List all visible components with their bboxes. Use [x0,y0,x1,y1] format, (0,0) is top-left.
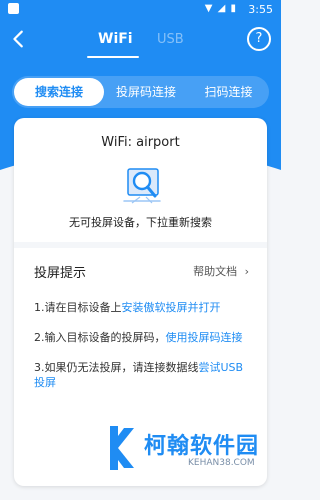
top-bar: WiFi USB ? [0,24,281,58]
watermark: 柯翰软件园 KEHAN38.COM [104,418,274,478]
notification-icon [8,3,19,14]
tab-indicator [87,56,139,58]
tip-2-link[interactable]: 使用投屏码连接 [166,331,243,344]
watermark-logo-icon [110,426,134,470]
tip-2-text: 2.输入目标设备的投屏码， [34,331,166,344]
empty-message: 无可投屏设备，下拉重新搜索 [69,216,212,229]
tip-3: 3.如果仍无法投屏，请连接数据线尝试USB投屏 [34,360,254,390]
segment-scan-connect[interactable]: 扫码连接 [188,76,269,108]
tip-1-text: 1.请在目标设备上 [34,301,122,314]
connection-mode-segment: 搜索连接 投屏码连接 扫码连接 [12,76,269,108]
tip-1: 1.请在目标设备上安装傲软投屏并打开 [34,300,254,315]
help-doc-label: 帮助文档 [193,265,238,278]
tip-1-link[interactable]: 安装傲软投屏并打开 [122,301,221,314]
segment-code-connect[interactable]: 投屏码连接 [104,76,188,108]
tab-usb[interactable]: USB [157,32,184,47]
status-icons: ▼ ◢ ▮ [204,3,237,14]
tab-wifi[interactable]: WiFi [98,31,133,47]
help-circle-icon[interactable]: ? [247,27,271,51]
status-time: 3:55 [248,3,273,16]
watermark-domain: KEHAN38.COM [188,458,255,468]
watermark-brand: 柯翰软件园 [144,434,260,459]
segment-search-connect[interactable]: 搜索连接 [14,78,104,106]
wifi-name: WiFi: airport [101,135,180,150]
tip-3-text: 3.如果仍无法投屏，请连接数据线 [34,361,199,374]
chevron-left-icon[interactable] [8,28,30,50]
chevron-right-icon: › [244,265,249,278]
help-doc-link[interactable]: 帮助文档 › [193,263,249,279]
tips-title: 投屏提示 [34,266,87,281]
status-bar: ▼ ◢ ▮ 3:55 [0,0,281,20]
tip-2: 2.输入目标设备的投屏码，使用投屏码连接 [34,330,254,345]
search-icon [123,168,161,204]
divider [14,242,267,248]
